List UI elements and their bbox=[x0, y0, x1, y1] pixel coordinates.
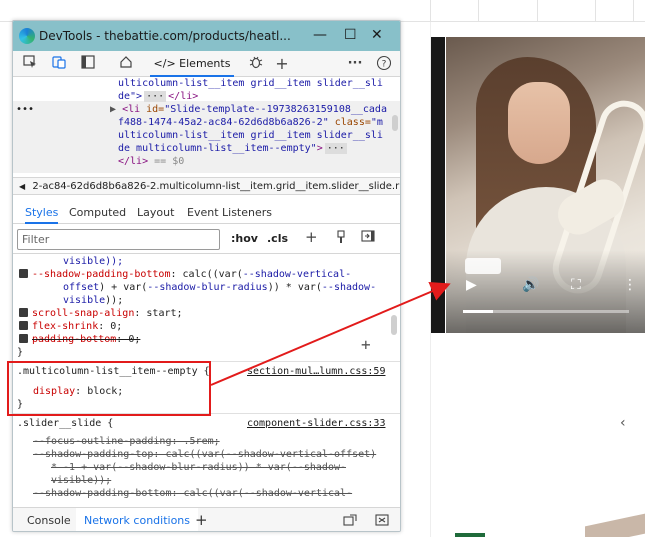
device-toggle-icon[interactable] bbox=[50, 55, 68, 73]
window-title: DevTools - thebattie.com/products/heatl.… bbox=[39, 29, 291, 43]
hover-state-button[interactable]: :hov bbox=[231, 232, 258, 245]
declaration-checkbox[interactable] bbox=[19, 269, 28, 278]
style-line: visible)); bbox=[63, 295, 124, 306]
inspect-icon[interactable] bbox=[21, 55, 39, 73]
style-declaration-overridden[interactable]: --focus-outline-padding: .5rem; bbox=[33, 435, 220, 448]
style-declaration[interactable]: scroll-snap-align: start; bbox=[19, 307, 183, 320]
help-icon[interactable]: ? bbox=[375, 55, 393, 73]
tab-elements[interactable]: </> Elements bbox=[146, 51, 238, 77]
rule-source-link[interactable]: section-mul…lumn.css:59 bbox=[247, 365, 385, 378]
close-drawer-icon[interactable] bbox=[375, 514, 389, 529]
grid-line bbox=[595, 0, 596, 22]
rule-close-brace: } bbox=[17, 347, 24, 358]
style-declaration-overridden[interactable]: --shadow-padding-top: calc((var(--shadow… bbox=[33, 448, 376, 461]
bug-icon[interactable] bbox=[247, 55, 265, 73]
rule-selector[interactable]: .slider__slide { bbox=[17, 417, 113, 430]
slider-prev-chevron-icon[interactable]: ‹ bbox=[620, 415, 626, 431]
home-icon[interactable] bbox=[117, 55, 135, 73]
dom-tree[interactable]: ulticolumn-list__item grid__item slider_… bbox=[13, 77, 400, 177]
paint-brush-icon[interactable] bbox=[335, 230, 347, 247]
breadcrumb-left-arrow-icon[interactable]: ◀ bbox=[19, 182, 25, 191]
declaration-checkbox[interactable] bbox=[19, 334, 28, 343]
devtools-toolbar: </> Elements + ··· ? bbox=[13, 51, 400, 77]
declaration-checkbox[interactable] bbox=[19, 321, 28, 330]
dom-line: de multicolumn-list__item--empty"> ··· bbox=[118, 143, 347, 154]
class-toggle-button[interactable]: .cls bbox=[267, 232, 288, 245]
tab-event-listeners[interactable]: Event Listeners bbox=[187, 202, 272, 224]
styles-subtabs: Styles Computed Layout Event Listeners bbox=[13, 202, 400, 224]
tab-elements-label: </> Elements bbox=[153, 57, 231, 70]
style-line: visible)); bbox=[63, 256, 124, 267]
expand-triangle-icon[interactable]: ▶ bbox=[110, 104, 116, 115]
dom-line: ulticolumn-list__item grid__item slider_… bbox=[118, 78, 383, 89]
more-tabs-plus-icon[interactable]: + bbox=[273, 55, 291, 73]
styles-filter-bar: :hov .cls + bbox=[13, 226, 400, 254]
video-progress-bar[interactable] bbox=[463, 310, 629, 313]
dom-line: f488-1474-45a2-ac84-62d6d8b6a826-2" clas… bbox=[118, 117, 383, 128]
fullscreen-icon[interactable]: ⛶ bbox=[571, 272, 581, 298]
play-icon[interactable]: ▶ bbox=[466, 272, 477, 298]
video-progress-fill bbox=[463, 310, 493, 313]
dom-line: de"> ··· </li> bbox=[118, 91, 199, 102]
maximize-button[interactable]: ☐ bbox=[344, 26, 357, 44]
grid-line bbox=[478, 0, 479, 22]
page-green-badge bbox=[455, 533, 485, 537]
rule-source-link[interactable]: component-slider.css:33 bbox=[247, 417, 385, 430]
style-declaration-overridden[interactable]: --shadow-padding-bottom: calc((var(--sha… bbox=[33, 487, 352, 500]
collapsed-ellipsis[interactable]: ··· bbox=[324, 143, 347, 154]
dom-scrollbar[interactable] bbox=[392, 115, 398, 131]
drawer-tab-console[interactable]: Console bbox=[27, 508, 71, 531]
slider-previous-slide bbox=[431, 37, 445, 333]
tab-layout[interactable]: Layout bbox=[137, 202, 174, 224]
style-declaration-overridden[interactable]: padding-bottom: 0; bbox=[19, 333, 140, 346]
video-subject-face bbox=[508, 82, 570, 164]
breadcrumb-text[interactable]: 2-ac84-62d6d8b6a826-2.multicolumn-list__… bbox=[32, 181, 399, 192]
sidebar-toggle-icon[interactable] bbox=[361, 230, 375, 245]
new-style-rule-icon[interactable]: + bbox=[305, 228, 318, 246]
style-declaration-overridden[interactable]: visible)); bbox=[51, 474, 111, 487]
add-declaration-icon[interactable]: + bbox=[361, 335, 371, 354]
more-menu-icon[interactable]: ··· bbox=[346, 55, 364, 73]
style-declaration[interactable]: flex-shrink: 0; bbox=[19, 320, 122, 333]
page-top-grid bbox=[0, 0, 645, 22]
undock-drawer-icon[interactable] bbox=[343, 514, 357, 529]
grid-line bbox=[430, 0, 431, 22]
style-declaration-overridden[interactable]: * -1 + var(--shadow-blur-radius)) * var(… bbox=[51, 461, 346, 474]
declaration-checkbox[interactable] bbox=[19, 308, 28, 317]
filter-input[interactable] bbox=[17, 229, 220, 250]
style-declaration[interactable]: --shadow-padding-bottom: calc((var(--sha… bbox=[19, 268, 351, 281]
grid-line bbox=[537, 0, 538, 22]
dock-panel-icon[interactable] bbox=[79, 55, 97, 73]
svg-text:?: ? bbox=[382, 60, 387, 70]
devtools-window: DevTools - thebattie.com/products/heatl.… bbox=[12, 20, 401, 532]
styles-scrollbar[interactable] bbox=[391, 315, 397, 335]
more-options-icon[interactable]: ⋮ bbox=[623, 272, 637, 298]
dom-line[interactable]: ▶ <li id="Slide-template--19738263159108… bbox=[110, 103, 387, 116]
title-bar[interactable]: DevTools - thebattie.com/products/heatl.… bbox=[13, 21, 400, 51]
tab-styles[interactable]: Styles bbox=[25, 202, 59, 224]
volume-icon[interactable]: 🔊 bbox=[522, 272, 539, 298]
style-line: offset) + var(--shadow-blur-radius)) * v… bbox=[63, 282, 377, 293]
devtools-drawer: Console Network conditions + bbox=[13, 507, 400, 531]
collapsed-ellipsis[interactable]: ··· bbox=[144, 91, 167, 102]
minimize-button[interactable]: — bbox=[313, 26, 327, 44]
tab-computed[interactable]: Computed bbox=[69, 202, 126, 224]
close-button[interactable]: ✕ bbox=[371, 26, 383, 44]
drawer-add-tab-icon[interactable]: + bbox=[195, 508, 208, 531]
dom-line: ulticolumn-list__item grid__item slider_… bbox=[118, 130, 383, 141]
drawer-tab-network-conditions[interactable]: Network conditions bbox=[76, 508, 199, 531]
dom-dots[interactable]: ••• bbox=[16, 103, 34, 116]
breadcrumb: ◀ 2-ac84-62d6d8b6a826-2.multicolumn-list… bbox=[13, 177, 400, 195]
edge-logo-icon bbox=[19, 28, 35, 44]
dom-line: </li> == $0 bbox=[118, 156, 185, 167]
annotation-highlight-box bbox=[7, 361, 211, 416]
grid-line bbox=[633, 0, 634, 22]
video-controls: ▶ 🔊 ⛶ ⋮ bbox=[446, 272, 645, 298]
page-product-image bbox=[585, 513, 645, 537]
